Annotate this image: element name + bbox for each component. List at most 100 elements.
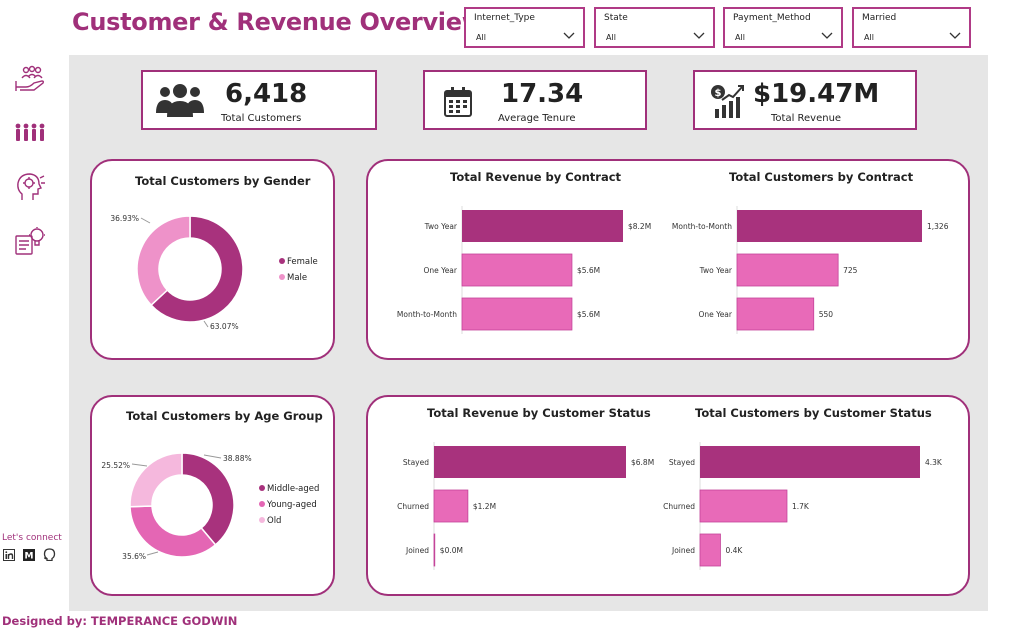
legend-label: Female (287, 257, 318, 267)
legend-label: Old (267, 516, 281, 526)
card-contract: Total Revenue by Contract Total Customer… (366, 159, 970, 360)
slicer-married[interactable]: Married All (852, 7, 971, 48)
bar-joined[interactable] (699, 533, 721, 567)
chevron-down-icon[interactable] (821, 32, 833, 40)
revenue-chart-icon: $ (711, 85, 744, 118)
kpi-value: $19.47M (753, 79, 880, 109)
data-label: 0.4K (725, 546, 743, 555)
bar-stayed[interactable] (700, 446, 920, 478)
slice-percent-label: 63.07% (210, 322, 239, 331)
github-icon[interactable] (43, 548, 56, 561)
bar-stayed[interactable] (434, 446, 626, 478)
chevron-down-icon[interactable] (693, 32, 705, 40)
slice-percent-label: 36.93% (110, 214, 139, 223)
age-donut-chart[interactable]: 38.88% 35.6% 25.52% Middle-aged Young-aged Ol… (92, 397, 333, 594)
slicer-payment-method[interactable]: Payment_Method All (723, 7, 843, 48)
data-label: 725 (843, 266, 858, 275)
slicer-state[interactable]: State All (594, 7, 715, 48)
data-label: 4.3K (925, 458, 943, 467)
bar-one-year[interactable] (461, 253, 573, 287)
kpi-caption: Total Customers (221, 113, 302, 124)
data-label: $1.2M (473, 502, 496, 511)
slicer-internet-type[interactable]: Internet_Type All (464, 7, 585, 48)
leader-line (131, 463, 148, 467)
card-gender: Total Customers by Gender 63.07% 36.93% Fe… (90, 159, 335, 360)
category-label: Churned (397, 502, 429, 511)
status-bar-charts[interactable]: Stayed $6.8M Churned $1.2M Joined $0.0M Stayed… (368, 397, 968, 594)
leader-line (146, 551, 159, 556)
designer-credit: Designed by: TEMPERANCE GODWIN (2, 614, 238, 628)
card-customer-status: Total Revenue by Customer Status Total C… (366, 395, 970, 596)
data-label: $8.2M (628, 222, 651, 231)
legend-label: Young-aged (266, 500, 317, 510)
legend-marker (279, 274, 285, 280)
head-brain-icon[interactable] (14, 172, 46, 202)
donut-slice-old[interactable] (129, 452, 183, 508)
legend-marker (279, 258, 285, 264)
bar-month-to-month[interactable] (461, 297, 573, 331)
users-icon (156, 84, 204, 117)
slicer-label: State (604, 13, 628, 23)
legend-label: Male (287, 273, 307, 283)
data-label: 1,326 (927, 222, 949, 231)
legend-marker (259, 517, 265, 523)
bar-two-year[interactable] (462, 210, 623, 242)
leader-line (203, 454, 222, 459)
insight-bulb-icon[interactable] (14, 226, 46, 256)
category-label: One Year (698, 310, 732, 319)
kpi-total-customers: 6,418 Total Customers (141, 70, 377, 130)
data-label: 550 (819, 310, 834, 319)
category-label: Month-to-Month (397, 310, 457, 319)
kpi-average-tenure: 17.34 Average Tenure (423, 70, 647, 130)
category-label: Stayed (669, 458, 695, 467)
gender-donut-chart[interactable]: 63.07% 36.93% Female Male (92, 161, 333, 358)
slicer-label: Married (862, 13, 897, 23)
bar-churned[interactable] (433, 489, 469, 523)
leader-line (203, 320, 209, 328)
data-label: $5.6M (577, 266, 600, 275)
svg-text:$: $ (715, 88, 722, 99)
bar-joined[interactable] (433, 533, 436, 567)
people-group-icon[interactable] (14, 123, 46, 143)
leader-line (140, 217, 151, 224)
slicer-label: Internet_Type (474, 13, 535, 23)
page-title: Customer & Revenue Overview (72, 8, 484, 36)
slice-percent-label: 35.6% (122, 552, 146, 561)
contract-bar-charts[interactable]: Two Year $8.2M One Year $5.6M Month-to-Month… (368, 161, 968, 358)
legend-marker (259, 501, 265, 507)
category-label: Joined (671, 546, 695, 555)
kpi-caption: Average Tenure (498, 113, 576, 124)
donut-slice-middle-aged[interactable] (181, 452, 235, 546)
category-label: Churned (663, 502, 695, 511)
category-label: One Year (423, 266, 457, 275)
slicer-label: Payment_Method (733, 13, 811, 23)
slicer-value: All (864, 33, 874, 42)
bar-month-to-month[interactable] (737, 210, 922, 242)
donut-slice-young-aged[interactable] (129, 505, 217, 558)
bar-two-year[interactable] (736, 253, 839, 287)
calendar-icon (444, 87, 472, 117)
bar-one-year[interactable] (736, 297, 815, 331)
customer-care-icon[interactable] (14, 65, 46, 93)
slicer-value: All (606, 33, 616, 42)
data-label: $6.8M (631, 458, 654, 467)
slice-percent-label: 38.88% (223, 454, 252, 463)
data-label: $0.0M (440, 546, 463, 555)
data-label: 1.7K (792, 502, 810, 511)
medium-icon[interactable]: M (23, 549, 35, 561)
chevron-down-icon[interactable] (949, 32, 961, 40)
card-age-group: Total Customers by Age Group 38.88% 35.6%… (90, 395, 335, 596)
category-label: Stayed (403, 458, 429, 467)
slicer-value: All (476, 33, 486, 42)
chevron-down-icon[interactable] (563, 32, 575, 40)
legend-marker (259, 485, 265, 491)
category-label: Month-to-Month (672, 222, 732, 231)
svg-text:M: M (25, 552, 34, 562)
kpi-total-revenue: $ $19.47M Total Revenue (693, 70, 917, 130)
donut-slice-male[interactable] (136, 215, 191, 307)
legend-label: Middle-aged (267, 484, 319, 494)
bar-churned[interactable] (699, 489, 788, 523)
linkedin-icon[interactable] (3, 549, 15, 561)
slicer-value: All (735, 33, 745, 42)
data-label: $5.6M (577, 310, 600, 319)
